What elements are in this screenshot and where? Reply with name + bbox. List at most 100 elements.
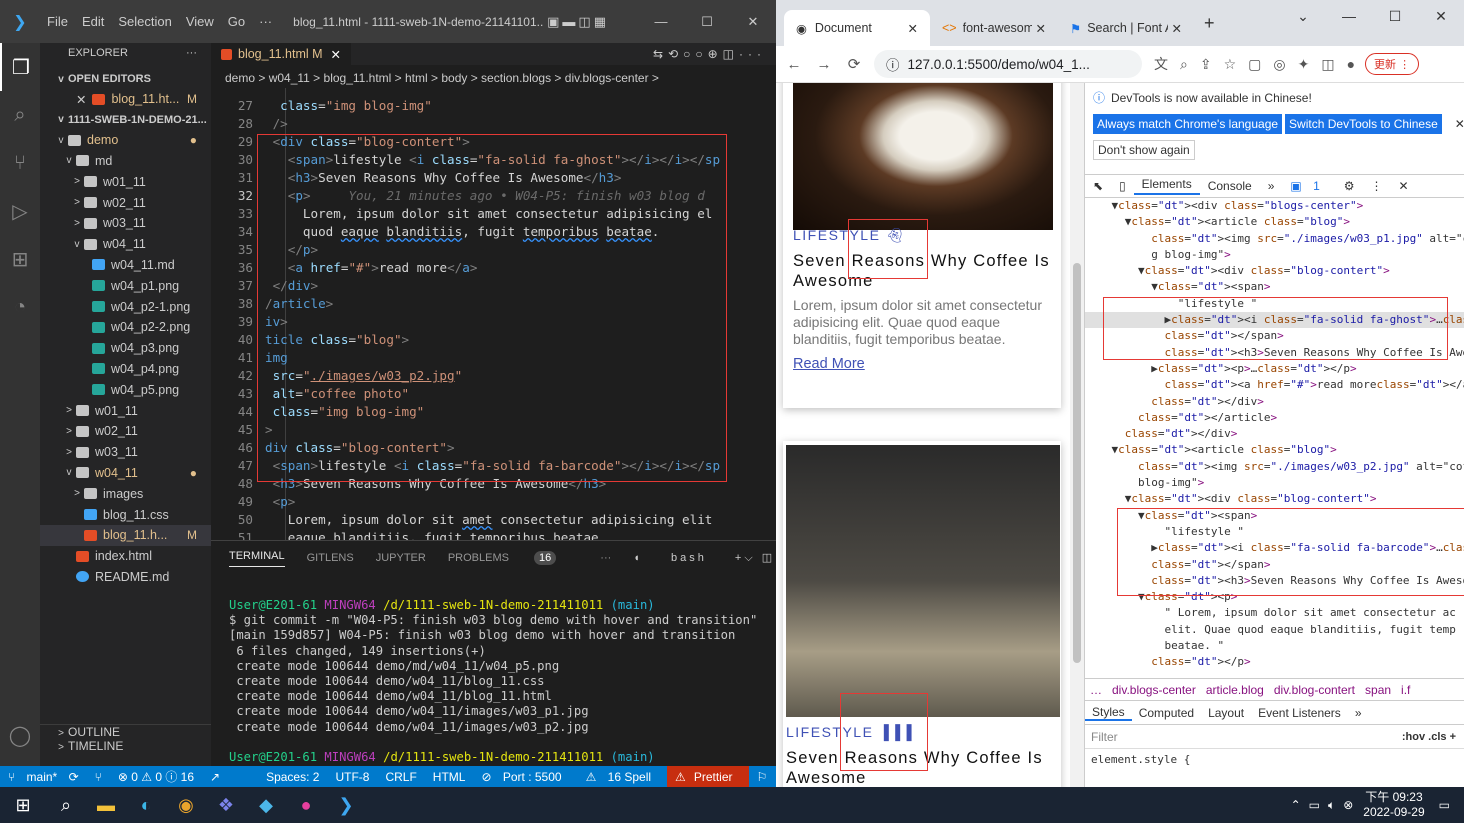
dom-node[interactable]: class="dt"></article> bbox=[1085, 410, 1464, 426]
minimize-icon[interactable]: — bbox=[1326, 8, 1372, 25]
panel-more-icon[interactable]: ··· bbox=[600, 552, 611, 564]
tree-item[interactable]: w04_p1.png bbox=[40, 275, 211, 296]
tree-item[interactable]: > w01_11 bbox=[40, 171, 211, 192]
dom-node[interactable]: ▼class="dt"><div class="blog-contert"> bbox=[1085, 263, 1464, 279]
tree-item[interactable]: > images bbox=[40, 483, 211, 504]
tree-item[interactable]: > w03_11 bbox=[40, 213, 211, 234]
terminal-output[interactable]: User@E201-61 MINGW64 /d/1111-sweb-1N-dem… bbox=[211, 575, 776, 765]
edge-icon[interactable]: ◐ bbox=[126, 787, 166, 823]
tab-styles[interactable]: Styles bbox=[1085, 705, 1132, 721]
close-tab-icon[interactable]: ✕ bbox=[1032, 21, 1046, 36]
tab-elements[interactable]: Elements bbox=[1133, 177, 1200, 195]
chrome-icon[interactable]: ◉ bbox=[166, 787, 206, 823]
tree-item[interactable]: w04_11.md bbox=[40, 255, 211, 276]
dom-node[interactable]: ▶class="dt"><p>…class="dt"></p> bbox=[1085, 361, 1464, 377]
bookmark-star-icon[interactable]: ☆ bbox=[1224, 56, 1237, 73]
dom-node[interactable]: ▼class="dt"><article class="blog"> bbox=[1085, 442, 1464, 458]
dom-node[interactable]: beatae. " bbox=[1085, 638, 1464, 654]
crumb-item[interactable]: i.f bbox=[1396, 683, 1415, 697]
minimap[interactable] bbox=[763, 88, 776, 540]
tree-item[interactable]: > w01_11 bbox=[40, 400, 211, 421]
maximize-icon[interactable]: ☐ bbox=[1372, 8, 1418, 25]
back-icon[interactable]: ← bbox=[782, 56, 806, 73]
search-icon[interactable]: ⌕ bbox=[0, 91, 40, 139]
close-icon[interactable]: ✕ bbox=[1418, 8, 1464, 25]
crumb-item[interactable]: span bbox=[1360, 683, 1396, 697]
taskbar-search-icon[interactable]: ⌕ bbox=[46, 787, 86, 823]
status-branch[interactable]: ⑂ main* ⟳ bbox=[0, 770, 87, 784]
tab-console[interactable]: Console bbox=[1200, 179, 1260, 193]
page-scrollbar[interactable] bbox=[1070, 83, 1084, 787]
crumb-item[interactable]: div.blogs-center bbox=[1107, 683, 1201, 697]
close-icon[interactable]: ✕ bbox=[730, 14, 776, 30]
tree-item[interactable]: v w04_11 ● bbox=[40, 463, 211, 484]
teams-icon[interactable]: ❖ bbox=[206, 787, 246, 823]
network-icon[interactable]: ▭ bbox=[1309, 798, 1320, 812]
balloon-app-icon[interactable]: ● bbox=[286, 787, 326, 823]
status-feedback-icon[interactable]: ⚐ bbox=[749, 770, 776, 784]
more-tabs-icon[interactable]: » bbox=[1260, 179, 1283, 193]
dom-node[interactable]: class="dt"></div> bbox=[1085, 426, 1464, 442]
close-tab-icon[interactable]: ✕ bbox=[1168, 21, 1182, 36]
dom-node[interactable]: class="dt"><img src="./images/w03_p1.jpg… bbox=[1085, 231, 1464, 247]
switch-language-button[interactable]: Switch DevTools to Chinese bbox=[1285, 114, 1442, 134]
tab-layout[interactable]: Layout bbox=[1201, 706, 1251, 720]
terminal-actions[interactable]: ◖ bash +⌵ ◫ 🗑 ⌃ ✕ bbox=[633, 551, 776, 565]
site-info-icon[interactable]: ⓘ bbox=[886, 54, 900, 74]
status-spaces[interactable]: Spaces: 2 bbox=[258, 770, 327, 784]
code-editor[interactable]: 27 28 29 30 31 32 33 34 35 36 37 38 39 40 41 42 43 44 45 46… bbox=[211, 88, 776, 540]
dom-node[interactable]: class="dt"><a href="#">read moreclass="d… bbox=[1085, 377, 1464, 393]
volume-icon[interactable]: 🔈︎ bbox=[1328, 798, 1335, 813]
close-banner-icon[interactable]: ✕ bbox=[1455, 117, 1464, 131]
crumb-more[interactable]: … bbox=[1085, 683, 1107, 697]
account-icon[interactable]: ◯ bbox=[0, 711, 40, 759]
filter-actions[interactable]: :hov .cls + bbox=[1402, 731, 1456, 743]
profile-avatar-icon[interactable]: ● bbox=[1347, 56, 1355, 72]
devtools-close-icon[interactable]: ✕ bbox=[1391, 179, 1417, 193]
dom-node[interactable]: ▼class="dt"><span> bbox=[1085, 279, 1464, 295]
tree-item[interactable]: README.md bbox=[40, 567, 211, 588]
tree-item[interactable]: > w02_11 bbox=[40, 192, 211, 213]
dom-node[interactable]: class="dt"></div> bbox=[1085, 394, 1464, 410]
tree-item[interactable]: w04_p3.png bbox=[40, 338, 211, 359]
forward-icon[interactable]: → bbox=[812, 56, 836, 73]
share-icon[interactable]: ⇪ bbox=[1200, 56, 1212, 73]
tree-item[interactable]: v w04_11 bbox=[40, 234, 211, 255]
dom-node[interactable]: " Lorem, ipsum dolor sit amet consectetu… bbox=[1085, 605, 1464, 621]
menu-selection[interactable]: Selection bbox=[111, 14, 178, 29]
explorer-more-icon[interactable]: ··· bbox=[186, 47, 197, 59]
styles-filter[interactable]: Filter:hov .cls + bbox=[1085, 725, 1464, 749]
update-button[interactable]: 更新 ⋮ bbox=[1365, 53, 1420, 75]
tree-item[interactable]: w04_p5.png bbox=[40, 379, 211, 400]
dom-node[interactable]: ▼class="dt"><div class="blogs-center"> bbox=[1085, 198, 1464, 214]
menu-file[interactable]: File bbox=[40, 14, 75, 29]
tab-terminal[interactable]: TERMINAL bbox=[229, 550, 285, 567]
start-windows-icon[interactable]: ⊞ bbox=[0, 787, 46, 823]
tray-status-icon[interactable]: ⊗ bbox=[1343, 798, 1353, 812]
reload-icon[interactable]: ⟳ bbox=[842, 55, 866, 73]
tab-jupyter[interactable]: JUPYTER bbox=[376, 552, 426, 564]
explorer-icon[interactable]: ❐ bbox=[0, 43, 40, 91]
address-bar[interactable]: ⓘ 127.0.0.1:5500/demo/w04_1... bbox=[874, 50, 1142, 78]
tab-search-icon[interactable]: ⌄ bbox=[1280, 8, 1326, 25]
dont-show-again-button[interactable]: Don't show again bbox=[1093, 140, 1195, 160]
tree-item[interactable]: blog_11.h... M bbox=[40, 524, 211, 546]
breadcrumb[interactable]: demo > w04_11 > blog_11.html > html > bo… bbox=[211, 68, 776, 88]
tree-item[interactable]: > w02_11 bbox=[40, 421, 211, 442]
run-debug-icon[interactable]: ▷ bbox=[0, 187, 40, 235]
status-spell[interactable]: ⚠ 16 Spell bbox=[578, 770, 667, 784]
match-language-button[interactable]: Always match Chrome's language bbox=[1093, 114, 1283, 134]
status-prettier[interactable]: ⚠ Prettier bbox=[667, 766, 749, 787]
close-tab-icon[interactable]: ✕ bbox=[894, 21, 918, 36]
open-editor-item[interactable]: ✕ blog_11.ht... M bbox=[40, 89, 211, 110]
status-problems[interactable]: ⊗ 0 ⚠ 0 ⓘ 16 bbox=[110, 768, 202, 785]
devtools-settings-icon[interactable]: ⚙ bbox=[1336, 179, 1363, 193]
extension2-icon[interactable]: ◎ bbox=[1273, 56, 1285, 73]
crumb-item[interactable]: div.blog-contert bbox=[1269, 683, 1360, 697]
menu-more[interactable]: ··· bbox=[252, 14, 279, 29]
tab-gitlens[interactable]: GITLENS bbox=[307, 552, 354, 564]
source-control-icon[interactable]: ⑂ bbox=[0, 139, 40, 187]
tree-item[interactable]: index.html bbox=[40, 546, 211, 567]
zoom-icon[interactable]: ⌕ bbox=[1180, 56, 1188, 73]
read-more-link[interactable]: Read More bbox=[793, 356, 865, 372]
